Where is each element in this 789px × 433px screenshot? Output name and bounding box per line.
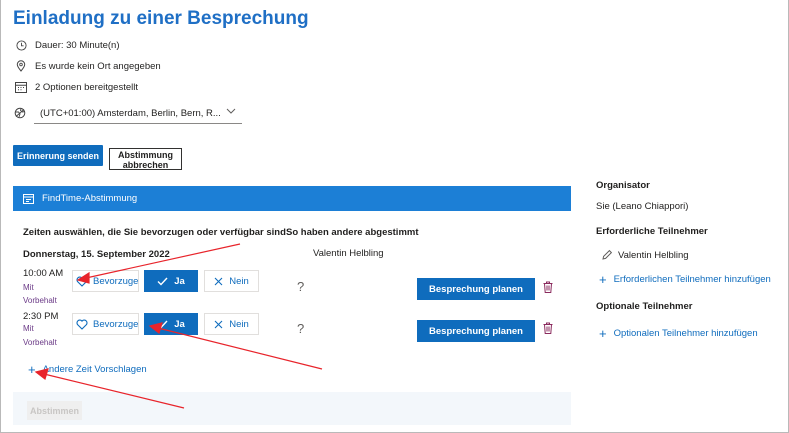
options-text: 2 Optionen bereitgestellt — [35, 81, 138, 93]
vote-status: ? — [297, 321, 305, 336]
slot-status-line2: Vorbehalt — [23, 338, 57, 347]
slot-status-line1: Mit — [23, 283, 34, 292]
pencil-icon — [601, 249, 613, 261]
no-button[interactable]: Nein — [204, 313, 259, 335]
vote-status: ? — [297, 279, 305, 294]
location-row: Es wurde kein Ort angegeben — [14, 58, 161, 74]
add-optional-label: Optionalen Teilnehmer hinzufügen — [613, 328, 758, 339]
plus-icon: + — [599, 326, 607, 341]
submit-bar — [13, 392, 571, 425]
prefer-label: Bevorzugen — [93, 275, 139, 287]
select-times-heading: Zeiten auswählen, die Sie bevorzugen ode… — [23, 227, 286, 238]
required-attendee-name: Valentin Helbling — [618, 249, 689, 261]
no-label: Nein — [229, 275, 249, 287]
send-reminder-button[interactable]: Erinnerung senden — [13, 145, 103, 166]
timezone-dropdown[interactable]: (UTC+01:00) Amsterdam, Berlin, Bern, R..… — [34, 104, 242, 124]
yes-label: Ja — [174, 318, 185, 330]
add-required-label: Erforderlichen Teilnehmer hinzufügen — [613, 274, 771, 285]
others-voted-heading: So haben andere abgestimmt — [286, 227, 419, 238]
prefer-label: Bevorzugen — [93, 318, 139, 330]
yes-label: Ja — [174, 275, 185, 287]
slot-status-line1: Mit — [23, 324, 34, 333]
prefer-button[interactable]: Bevorzugen — [72, 270, 139, 292]
add-optional-attendee-link[interactable]: + Optionalen Teilnehmer hinzufügen — [599, 326, 758, 341]
slot-time: 10:00 AM — [23, 268, 64, 279]
heart-icon — [76, 319, 88, 330]
yes-button[interactable]: Ja — [144, 313, 198, 335]
no-label: Nein — [229, 318, 249, 330]
globe-icon — [14, 106, 28, 120]
yes-button[interactable]: Ja — [144, 270, 198, 292]
suggest-time-link[interactable]: + Andere Zeit Vorschlagen — [28, 362, 147, 377]
heart-icon — [76, 276, 88, 287]
voter-name: Valentin Helbling — [313, 248, 384, 259]
optional-attendees-heading: Optionale Teilnehmer — [596, 301, 693, 312]
chevron-down-icon — [226, 107, 236, 118]
schedule-meeting-button[interactable]: Besprechung planen — [417, 320, 535, 342]
date-heading: Donnerstag, 15. September 2022 — [23, 249, 170, 260]
slot-status-line2: Vorbehalt — [23, 296, 57, 305]
organizer-heading: Organisator — [596, 180, 650, 191]
poll-icon — [23, 193, 34, 204]
plus-icon: + — [599, 272, 607, 287]
findtime-header-label: FindTime-Abstimmung — [42, 193, 138, 204]
clock-icon — [14, 38, 28, 52]
submit-vote-button[interactable]: Abstimmen — [27, 401, 82, 420]
no-button[interactable]: Nein — [204, 270, 259, 292]
duration-row: Dauer: 30 Minute(n) — [14, 37, 119, 53]
checkmark-icon — [157, 277, 168, 286]
organizer-name: Sie (Leano Chiappori) — [596, 201, 689, 212]
calendar-icon — [14, 80, 28, 94]
slot-time: 2:30 PM — [23, 311, 59, 322]
required-attendee: Valentin Helbling — [601, 249, 689, 261]
schedule-meeting-button[interactable]: Besprechung planen — [417, 278, 535, 300]
timezone-value: (UTC+01:00) Amsterdam, Berlin, Bern, R..… — [40, 108, 221, 119]
trash-icon[interactable] — [541, 279, 555, 295]
add-required-attendee-link[interactable]: + Erforderlichen Teilnehmer hinzufügen — [599, 272, 771, 287]
close-icon — [214, 277, 223, 286]
duration-text: Dauer: 30 Minute(n) — [35, 39, 120, 51]
trash-icon[interactable] — [541, 320, 555, 336]
suggest-time-label: Andere Zeit Vorschlagen — [42, 364, 147, 375]
location-pin-icon — [14, 59, 28, 73]
options-row: 2 Optionen bereitgestellt — [14, 79, 138, 95]
checkmark-icon — [157, 320, 168, 329]
cancel-poll-button[interactable]: Abstimmung abbrechen — [109, 148, 182, 170]
findtime-header: FindTime-Abstimmung — [13, 186, 571, 211]
close-icon — [214, 320, 223, 329]
plus-icon: + — [28, 362, 36, 377]
location-text: Es wurde kein Ort angegeben — [35, 60, 161, 72]
page-title: Einladung zu einer Besprechung — [13, 8, 309, 29]
required-attendees-heading: Erforderliche Teilnehmer — [596, 226, 708, 237]
prefer-button[interactable]: Bevorzugen — [72, 313, 139, 335]
